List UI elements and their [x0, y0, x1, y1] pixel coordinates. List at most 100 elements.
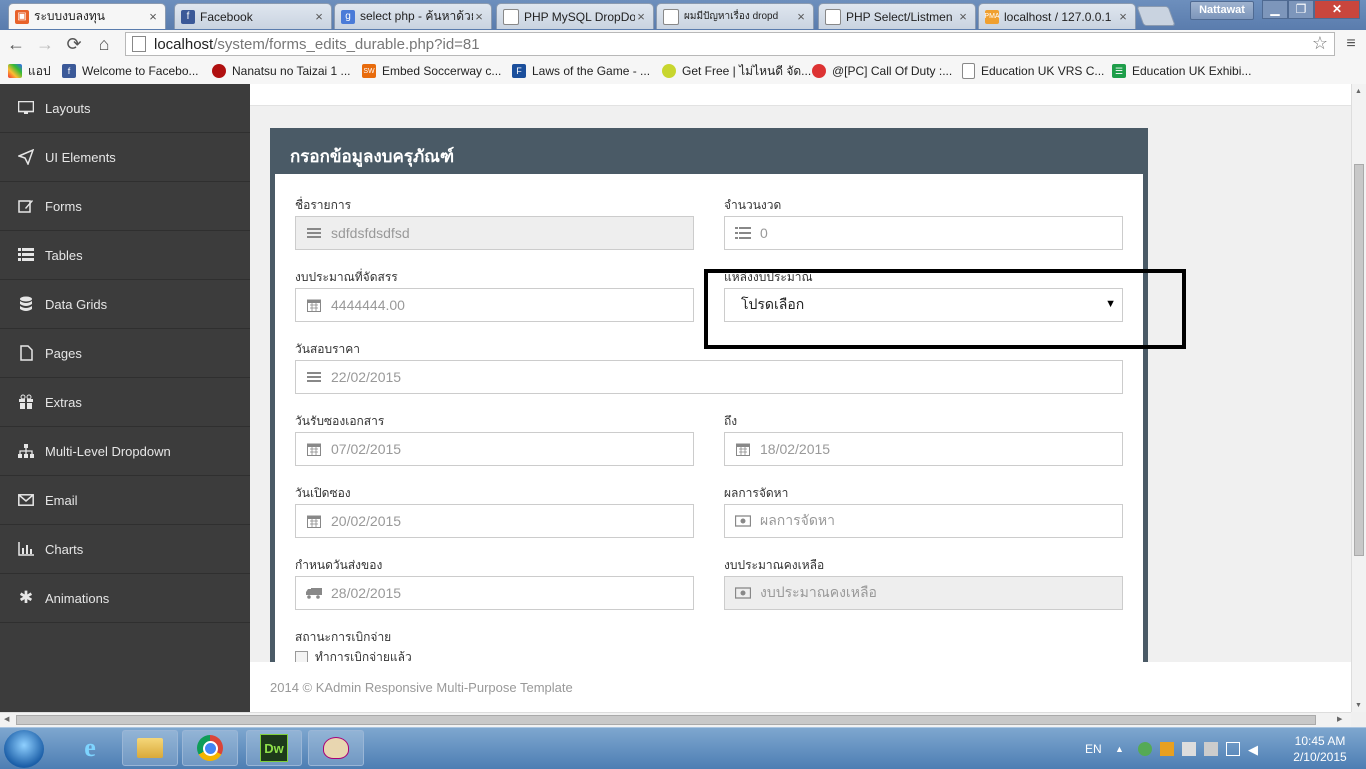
minimize-icon[interactable]: ▁ [1262, 0, 1288, 19]
calendar-icon [306, 298, 322, 312]
profile-button[interactable]: Nattawat [1190, 1, 1254, 20]
bookmark-education-uk-vrs[interactable]: Education UK VRS C... [962, 62, 1104, 80]
sidebar: Layouts UI Elements Forms Tables Data Gr… [0, 84, 250, 712]
forward-arrow-icon[interactable]: → [34, 33, 56, 55]
tab-dropdown-problem[interactable]: ผมมีปัญหาเรื่อง dropd × [656, 3, 814, 29]
scroll-thumb[interactable] [16, 715, 1316, 725]
start-button[interactable] [4, 730, 44, 768]
close-icon[interactable]: × [795, 9, 807, 24]
network-icon[interactable] [1226, 741, 1240, 756]
horizontal-scrollbar[interactable]: ◀ ▶ [0, 712, 1351, 727]
recycle-icon[interactable] [1138, 741, 1152, 756]
sidebar-item-label: Layouts [45, 100, 91, 116]
close-icon[interactable]: × [957, 9, 969, 24]
sidebar-item-multi-level-dropdown[interactable]: Multi-Level Dropdown [0, 427, 250, 476]
gift-icon [17, 394, 35, 410]
back-arrow-icon[interactable]: ← [5, 33, 27, 55]
tab-system-budget[interactable]: ▣ ระบบงบลงทุน × [8, 3, 166, 29]
vertical-scrollbar[interactable]: ▲ ▼ [1351, 84, 1366, 712]
bookmark-label: Embed Soccerway c... [382, 64, 502, 78]
list-icon [17, 247, 35, 263]
sidebar-item-pages[interactable]: Pages [0, 329, 250, 378]
footer-text: 2014 © KAdmin Responsive Multi-Purpose T… [270, 680, 573, 695]
sidebar-item-tables[interactable]: Tables [0, 231, 250, 280]
delivery-date-input[interactable]: 28/02/2015 [295, 576, 694, 610]
scroll-up-icon[interactable]: ▲ [1355, 88, 1362, 95]
tab-facebook[interactable]: f Facebook × [174, 3, 332, 29]
maximize-icon[interactable]: ❐ [1288, 0, 1314, 19]
price-check-date-input[interactable]: 22/02/2015 [295, 360, 1123, 394]
security-icon[interactable] [1160, 741, 1174, 756]
dreamweaver-icon[interactable]: Dw [246, 730, 302, 766]
sidebar-item-email[interactable]: Email [0, 476, 250, 525]
sw-icon: SW [362, 64, 376, 78]
chrome-icon[interactable] [182, 730, 238, 766]
tab-title: select php - ค้นหาด้วย [360, 9, 473, 23]
bookmark-apps[interactable]: แอป [8, 62, 51, 80]
address-bar[interactable]: localhost/system/forms_edits_durable.php… [125, 32, 1335, 56]
flag-icon[interactable] [1182, 741, 1196, 756]
explorer-icon[interactable] [122, 730, 178, 766]
procurement-result-input[interactable]: ผลการจัดหา [724, 504, 1123, 538]
bookmark-laws-of-game[interactable]: F Laws of the Game - ... [512, 62, 650, 80]
tab-google-search[interactable]: g select php - ค้นหาด้วย × [334, 3, 492, 29]
file-icon [17, 345, 35, 361]
envelope-open-date-input[interactable]: 20/02/2015 [295, 504, 694, 538]
input-value: 0 [760, 225, 768, 241]
bookmarks-bar: แอป f Welcome to Facebo... Nanatsu no Ta… [0, 58, 1366, 85]
list-icon [306, 226, 322, 240]
reload-icon[interactable]: ⟳ [63, 33, 85, 55]
tab-phpmyadmin[interactable]: PMA localhost / 127.0.0.1 × [978, 3, 1136, 29]
close-window-icon[interactable]: ✕ [1314, 0, 1360, 19]
close-icon[interactable]: × [313, 9, 325, 24]
close-icon[interactable]: × [635, 9, 647, 24]
sidebar-item-charts[interactable]: Charts [0, 525, 250, 574]
volume-icon[interactable]: ◀ [1248, 742, 1262, 757]
form-panel: กรอกข้อมูลงบครุภัณฑ์ ชื่อรายการ sdfdsfds… [270, 128, 1148, 712]
new-tab-button[interactable] [1136, 6, 1176, 26]
tray-expand-icon[interactable]: ▲ [1115, 728, 1124, 769]
gear-icon: ✱ [18, 588, 34, 607]
scroll-right-icon[interactable]: ▶ [1337, 715, 1342, 723]
bookmark-nanatsu[interactable]: Nanatsu no Taizai 1 ... [212, 62, 351, 80]
item-name-input[interactable]: sdfdsfdsdfsd [295, 216, 694, 250]
doc-receive-date-input[interactable]: 07/02/2015 [295, 432, 694, 466]
language-indicator[interactable]: EN [1085, 728, 1102, 769]
budget-remaining-input[interactable]: งบประมาณคงเหลือ [724, 576, 1123, 610]
close-icon[interactable]: × [473, 9, 485, 24]
sidebar-item-data-grids[interactable]: Data Grids [0, 280, 250, 329]
bookmark-call-of-duty[interactable]: @[PC] Call Of Duty :... [812, 62, 952, 80]
bookmark-get-free[interactable]: Get Free | ไม่ไหนดี จัด... [662, 62, 811, 80]
close-icon[interactable]: × [147, 9, 159, 24]
sidebar-item-extras[interactable]: Extras [0, 378, 250, 427]
sidebar-item-ui-elements[interactable]: UI Elements [0, 133, 250, 182]
scroll-thumb[interactable] [1354, 164, 1364, 556]
budget-allocated-input[interactable]: 4444444.00 [295, 288, 694, 322]
star-icon[interactable]: ☆ [1312, 33, 1328, 54]
page-header-band [250, 84, 1351, 106]
sidebar-item-label: Email [45, 492, 78, 508]
sidebar-item-animations[interactable]: ✱ Animations [0, 574, 250, 623]
home-icon[interactable]: ⌂ [93, 33, 115, 55]
device-icon[interactable] [1204, 741, 1218, 756]
input-value: 28/02/2015 [331, 585, 402, 601]
ie-icon[interactable]: e [62, 730, 118, 766]
bookmark-education-uk-exhibition[interactable]: ☰ Education UK Exhibi... [1112, 62, 1251, 80]
bookmark-facebook[interactable]: f Welcome to Facebo... [62, 62, 199, 80]
scroll-left-icon[interactable]: ◀ [4, 715, 9, 723]
doc-receive-to-input[interactable]: 18/02/2015 [724, 432, 1123, 466]
scroll-down-icon[interactable]: ▼ [1355, 702, 1362, 709]
paint-icon[interactable] [308, 730, 364, 766]
tab-php-select-listmenu[interactable]: PHP Select/Listmen × [818, 3, 976, 29]
sidebar-item-layouts[interactable]: Layouts [0, 84, 250, 133]
system-clock[interactable]: 10:45 AM 2/10/2015 [1285, 733, 1355, 765]
tab-php-mysql-dropdown[interactable]: PHP MySQL DropDo × [496, 3, 654, 29]
clock-time: 10:45 AM [1294, 734, 1346, 748]
menu-icon[interactable]: ≡ [1340, 33, 1362, 55]
bookmark-label: Education UK Exhibi... [1132, 64, 1252, 78]
page-icon [825, 8, 841, 25]
close-icon[interactable]: × [1117, 9, 1129, 24]
sidebar-item-forms[interactable]: Forms [0, 182, 250, 231]
installments-input[interactable]: 0 [724, 216, 1123, 250]
bookmark-soccerway[interactable]: SW Embed Soccerway c... [362, 62, 501, 80]
